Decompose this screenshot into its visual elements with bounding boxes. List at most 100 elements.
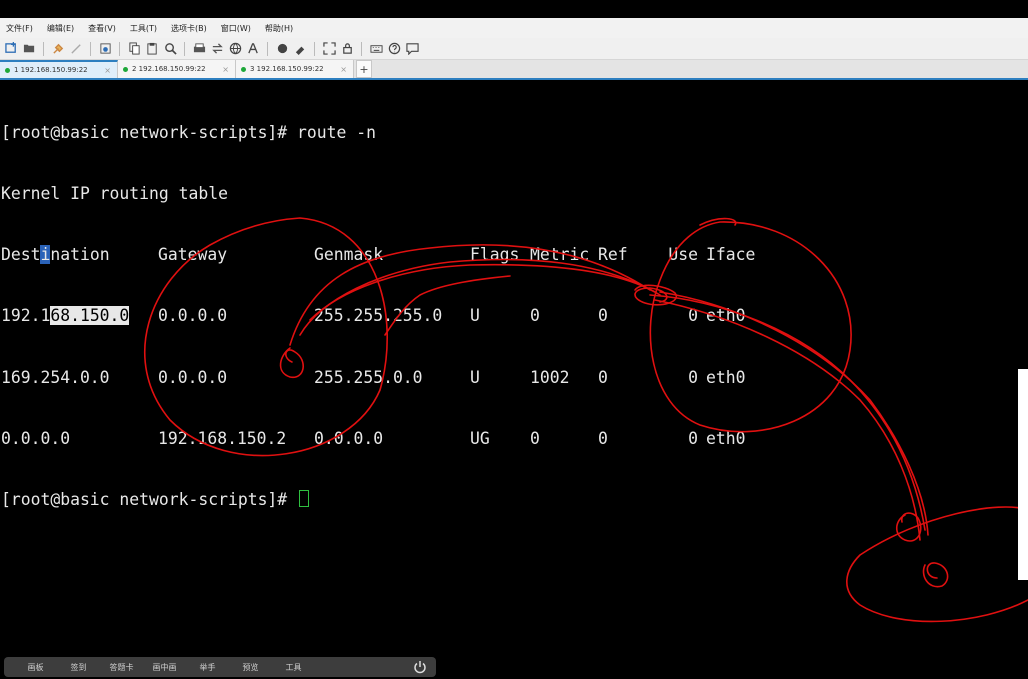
header-metric: Metric [530, 245, 590, 265]
classroom-toolbar: 画板 签到 答题卡 画中画 举手 预览 工具 [4, 657, 436, 677]
close-tab-icon[interactable]: × [222, 65, 229, 74]
cell-flags: U [470, 367, 480, 387]
cell-genmask: 255.255.0.0 [314, 367, 423, 387]
globe-icon[interactable] [228, 42, 242, 56]
tab-label: 2 192.168.150.99:22 [132, 65, 206, 73]
paste-icon[interactable] [145, 42, 159, 56]
table-row: 169.254.0.0 0.0.0.0 255.255.0.0 U 1002 0 0 eth0 [0, 368, 1028, 388]
menu-bar: 文件(F) 编辑(E) 查看(V) 工具(T) 选项卡(B) 窗口(W) 帮助(… [0, 18, 1028, 38]
menu-view[interactable]: 查看(V) [88, 23, 116, 34]
header-ref: Ref [598, 245, 628, 265]
cell-metric: 1002 [530, 367, 570, 387]
connected-status-icon [5, 67, 10, 73]
open-folder-icon[interactable] [22, 42, 36, 56]
cell-genmask: 255.255.255.0 [314, 306, 443, 326]
cell-metric: 0 [530, 428, 540, 448]
script-icon[interactable] [275, 42, 289, 56]
help-icon[interactable] [387, 42, 401, 56]
cell-flags: U [470, 306, 480, 326]
header-iface: Iface [706, 245, 756, 265]
terminal-output[interactable]: [root@basic network-scripts]# route -n K… [0, 82, 1028, 652]
toolbar-divider [90, 41, 91, 56]
check-in-button[interactable]: 签到 [57, 662, 100, 673]
routing-table-title: Kernel IP routing table [1, 184, 228, 204]
transfer-icon[interactable] [210, 42, 224, 56]
cell-destination: 0.0.0.0 [1, 428, 71, 448]
tools-button[interactable]: 工具 [272, 662, 315, 673]
connected-status-icon [123, 66, 128, 72]
command-line: [root@basic network-scripts]# route -n [1, 122, 376, 142]
menu-tools[interactable]: 工具(T) [130, 23, 157, 34]
new-session-icon[interactable] [4, 42, 18, 56]
header-destination: Destination [1, 245, 110, 265]
header-use: Use [668, 245, 698, 265]
power-icon[interactable] [412, 659, 428, 675]
scrollbar-thumb[interactable] [1018, 369, 1028, 580]
raise-hand-button[interactable]: 举手 [186, 662, 229, 673]
menu-help[interactable]: 帮助(H) [265, 23, 293, 34]
prompt-line: [root@basic network-scripts]# [0, 490, 1028, 510]
fullscreen-icon[interactable] [322, 42, 336, 56]
print-icon[interactable] [192, 42, 206, 56]
header-genmask: Genmask [314, 245, 384, 265]
cell-ref: 0 [598, 428, 608, 448]
toolbar-divider [314, 41, 315, 56]
session-tab-3[interactable]: 3 192.168.150.99:22 × [236, 60, 354, 78]
add-tab-button[interactable]: + [356, 60, 372, 78]
shell-prompt: [root@basic network-scripts]# [1, 490, 298, 510]
cell-destination: 169.254.0.0 [1, 367, 110, 387]
properties-icon[interactable] [98, 42, 112, 56]
cell-flags: UG [470, 428, 490, 448]
cell-genmask: 0.0.0.0 [314, 428, 384, 448]
disconnect-icon[interactable] [69, 42, 83, 56]
header-flags: Flags [470, 245, 520, 265]
lock-icon[interactable] [340, 42, 354, 56]
menu-tabs[interactable]: 选项卡(B) [171, 23, 207, 34]
menu-edit[interactable]: 编辑(E) [47, 23, 74, 34]
cell-use: 0 [688, 428, 698, 448]
connect-icon[interactable] [51, 42, 65, 56]
find-icon[interactable] [163, 42, 177, 56]
toolbar-divider [43, 41, 44, 56]
table-header: Destination Gateway Genmask Flags Metric Ref U… [0, 245, 1028, 265]
toolbar-divider [184, 41, 185, 56]
cell-ref: 0 [598, 306, 608, 326]
header-gateway: Gateway [158, 245, 228, 265]
key-icon[interactable] [293, 42, 307, 56]
cell-iface: eth0 [706, 367, 746, 387]
chat-icon[interactable] [405, 42, 419, 56]
picture-in-picture-button[interactable]: 画中画 [143, 662, 186, 673]
top-black-band [0, 0, 1028, 18]
cell-metric: 0 [530, 306, 540, 326]
toolbar-divider [119, 41, 120, 56]
terminal-cursor [299, 490, 310, 508]
toolbar-divider [361, 41, 362, 56]
cell-iface: eth0 [706, 428, 746, 448]
cell-destination: 192.168.150.0 [1, 306, 130, 326]
table-row: 192.168.150.0 0.0.0.0 255.255.255.0 U 0 0 0 eth… [0, 306, 1028, 326]
tab-label: 1 192.168.150.99:22 [14, 66, 88, 74]
whiteboard-button[interactable]: 画板 [14, 662, 57, 673]
tab-label: 3 192.168.150.99:22 [250, 65, 324, 73]
menu-file[interactable]: 文件(F) [6, 23, 33, 34]
toolbar [0, 38, 1028, 60]
keyboard-icon[interactable] [369, 42, 383, 56]
menu-window[interactable]: 窗口(W) [221, 23, 251, 34]
connected-status-icon [241, 66, 246, 72]
toolbar-divider [267, 41, 268, 56]
cell-use: 0 [688, 306, 698, 326]
cell-gateway: 192.168.150.2 [158, 428, 287, 448]
session-tab-1[interactable]: 1 192.168.150.99:22 × [0, 60, 118, 78]
cell-gateway: 0.0.0.0 [158, 306, 228, 326]
answer-card-button[interactable]: 答题卡 [100, 662, 143, 673]
close-tab-icon[interactable]: × [104, 66, 111, 75]
cell-ref: 0 [598, 367, 608, 387]
session-tab-2[interactable]: 2 192.168.150.99:22 × [118, 60, 236, 78]
preview-button[interactable]: 预览 [229, 662, 272, 673]
cell-gateway: 0.0.0.0 [158, 367, 228, 387]
table-row: 0.0.0.0 192.168.150.2 0.0.0.0 UG 0 0 0 eth0 [0, 429, 1028, 449]
close-tab-icon[interactable]: × [340, 65, 347, 74]
session-tab-bar: 1 192.168.150.99:22 × 2 192.168.150.99:2… [0, 60, 1028, 80]
copy-icon[interactable] [127, 42, 141, 56]
font-icon[interactable] [246, 42, 260, 56]
